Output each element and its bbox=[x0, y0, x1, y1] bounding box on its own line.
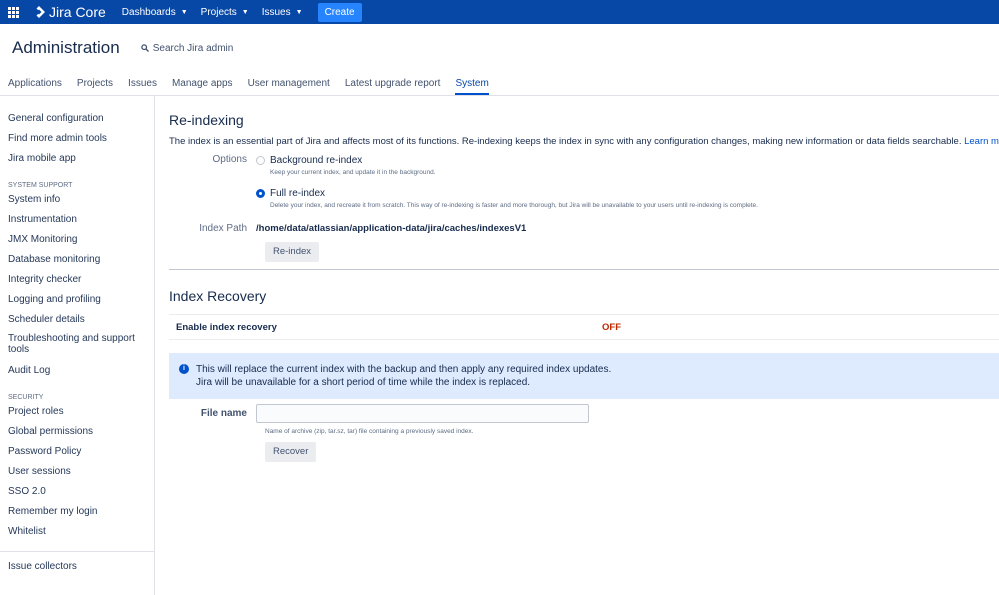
recover-button[interactable]: Recover bbox=[265, 442, 317, 462]
recover-button-row: Recover bbox=[169, 441, 999, 462]
nav-projects[interactable]: Projects ▼ bbox=[201, 7, 249, 18]
info-message: i This will replace the current index wi… bbox=[169, 353, 999, 399]
sidebar-item-jmx-monitoring[interactable]: JMX Monitoring bbox=[8, 233, 154, 253]
admin-search-placeholder: Search Jira admin bbox=[152, 42, 234, 54]
jira-logo-icon bbox=[36, 6, 45, 18]
tab-user-management[interactable]: User management bbox=[248, 78, 330, 95]
admin-search[interactable]: Search Jira admin bbox=[140, 42, 234, 54]
admin-tabs: Applications Projects Issues Manage apps… bbox=[0, 72, 999, 96]
index-path-value: /home/data/atlassian/application-data/ji… bbox=[256, 223, 527, 234]
index-recovery-status-badge: OFF bbox=[602, 321, 621, 333]
app-switcher-icon[interactable] bbox=[8, 6, 19, 18]
chevron-down-icon: ▼ bbox=[295, 8, 303, 16]
background-reindex-label: Background re-index bbox=[270, 155, 363, 166]
sidebar-item-sso[interactable]: SSO 2.0 bbox=[8, 485, 154, 505]
sidebar-item-find-more-admin-tools[interactable]: Find more admin tools bbox=[8, 132, 154, 152]
main-content: Re-indexing The index is an essential pa… bbox=[155, 96, 999, 595]
jira-logo[interactable]: Jira Core bbox=[33, 4, 106, 20]
sidebar-item-general-configuration[interactable]: General configuration bbox=[8, 112, 154, 132]
sidebar-item-issue-collectors[interactable]: Issue collectors bbox=[8, 560, 154, 580]
nav-dashboards[interactable]: Dashboards ▼ bbox=[122, 7, 188, 18]
admin-sidebar: General configuration Find more admin to… bbox=[0, 96, 155, 595]
learn-more-link[interactable]: Learn more bbox=[964, 136, 999, 147]
background-reindex-hint: Keep your current index, and update it i… bbox=[270, 169, 436, 176]
full-reindex-radio[interactable] bbox=[256, 189, 265, 198]
sidebar-item-logging-and-profiling[interactable]: Logging and profiling bbox=[8, 293, 154, 313]
file-name-label: File name bbox=[200, 407, 247, 419]
tab-manage-apps[interactable]: Manage apps bbox=[172, 78, 233, 95]
sidebar-item-database-monitoring[interactable]: Database monitoring bbox=[8, 253, 154, 273]
sidebar-heading-system-support: SYSTEM SUPPORT bbox=[8, 182, 73, 189]
reindex-button-row: Re-index bbox=[169, 241, 999, 269]
index-path-label: Index Path bbox=[199, 223, 247, 234]
option-background-reindex[interactable]: Background re-index bbox=[256, 154, 758, 167]
background-reindex-radio[interactable] bbox=[256, 156, 265, 165]
sidebar-item-troubleshooting[interactable]: Troubleshooting and support tools bbox=[8, 333, 154, 364]
admin-header: Administration Search Jira admin bbox=[0, 24, 999, 72]
index-path-row: Index Path /home/data/atlassian/applicat… bbox=[169, 223, 999, 240]
sidebar-item-audit-log[interactable]: Audit Log bbox=[8, 364, 154, 384]
info-line-2: Jira will be unavailable for a short per… bbox=[196, 377, 531, 388]
enable-index-recovery-label: Enable index recovery bbox=[176, 321, 277, 333]
sidebar-divider bbox=[0, 551, 154, 552]
chevron-down-icon: ▼ bbox=[241, 8, 249, 16]
reindex-description: The index is an essential part of Jira a… bbox=[169, 136, 999, 152]
top-navigation-bar: Jira Core Dashboards ▼ Projects ▼ Issues… bbox=[0, 0, 999, 24]
options-row: Options Background re-index Keep your cu… bbox=[169, 154, 999, 220]
info-icon: i bbox=[179, 364, 189, 374]
sidebar-item-whitelist[interactable]: Whitelist bbox=[8, 525, 154, 545]
reindex-description-text: The index is an essential part of Jira a… bbox=[169, 136, 962, 147]
sidebar-item-jira-mobile-app[interactable]: Jira mobile app bbox=[8, 152, 154, 172]
search-icon bbox=[140, 44, 149, 52]
sidebar-heading-security: SECURITY bbox=[8, 394, 44, 401]
file-name-hint: Name of archive (zip, tar.sz, tar) file … bbox=[265, 428, 474, 435]
sidebar-item-remember-my-login[interactable]: Remember my login bbox=[8, 505, 154, 525]
sidebar-item-user-sessions[interactable]: User sessions bbox=[8, 465, 154, 485]
nav-issues-label: Issues bbox=[261, 6, 291, 18]
reindex-button[interactable]: Re-index bbox=[265, 242, 320, 262]
full-reindex-label: Full re-index bbox=[270, 188, 326, 199]
nav-dashboards-label: Dashboards bbox=[121, 6, 176, 18]
full-reindex-hint: Delete your index, and recreate it from … bbox=[270, 202, 758, 209]
file-name-input[interactable] bbox=[256, 403, 589, 423]
file-name-row: File name bbox=[169, 403, 999, 423]
tab-latest-upgrade-report[interactable]: Latest upgrade report bbox=[345, 78, 441, 95]
option-full-reindex[interactable]: Full re-index bbox=[256, 187, 758, 200]
page-title: Administration bbox=[12, 38, 120, 57]
options-group: Background re-index Keep your current in… bbox=[256, 154, 758, 220]
options-label: Options bbox=[212, 154, 247, 165]
tab-issues[interactable]: Issues bbox=[128, 78, 157, 95]
section-divider bbox=[169, 269, 999, 270]
tab-applications[interactable]: Applications bbox=[8, 78, 62, 95]
tab-projects[interactable]: Projects bbox=[77, 78, 113, 95]
enable-index-recovery-row: Enable index recovery OFF bbox=[169, 315, 999, 339]
tab-system[interactable]: System bbox=[455, 78, 489, 95]
info-line-1: This will replace the current index with… bbox=[196, 364, 612, 375]
create-button[interactable]: Create bbox=[317, 2, 362, 22]
sidebar-item-project-roles[interactable]: Project roles bbox=[8, 405, 154, 425]
sidebar-item-password-policy[interactable]: Password Policy bbox=[8, 445, 154, 465]
nav-projects-label: Projects bbox=[200, 6, 237, 18]
nav-issues[interactable]: Issues ▼ bbox=[262, 7, 303, 18]
info-message-text: This will replace the current index with… bbox=[196, 363, 611, 399]
sidebar-item-global-permissions[interactable]: Global permissions bbox=[8, 425, 154, 445]
chevron-down-icon: ▼ bbox=[180, 8, 188, 16]
logo-text: Jira Core bbox=[49, 4, 106, 20]
sidebar-item-integrity-checker[interactable]: Integrity checker bbox=[8, 273, 154, 293]
sidebar-item-system-info[interactable]: System info bbox=[8, 193, 154, 213]
reindex-title: Re-indexing bbox=[169, 112, 244, 128]
recovery-row-bottom-border bbox=[169, 339, 999, 340]
index-recovery-title: Index Recovery bbox=[169, 288, 267, 304]
sidebar-item-scheduler-details[interactable]: Scheduler details bbox=[8, 313, 154, 333]
sidebar-item-instrumentation[interactable]: Instrumentation bbox=[8, 213, 154, 233]
